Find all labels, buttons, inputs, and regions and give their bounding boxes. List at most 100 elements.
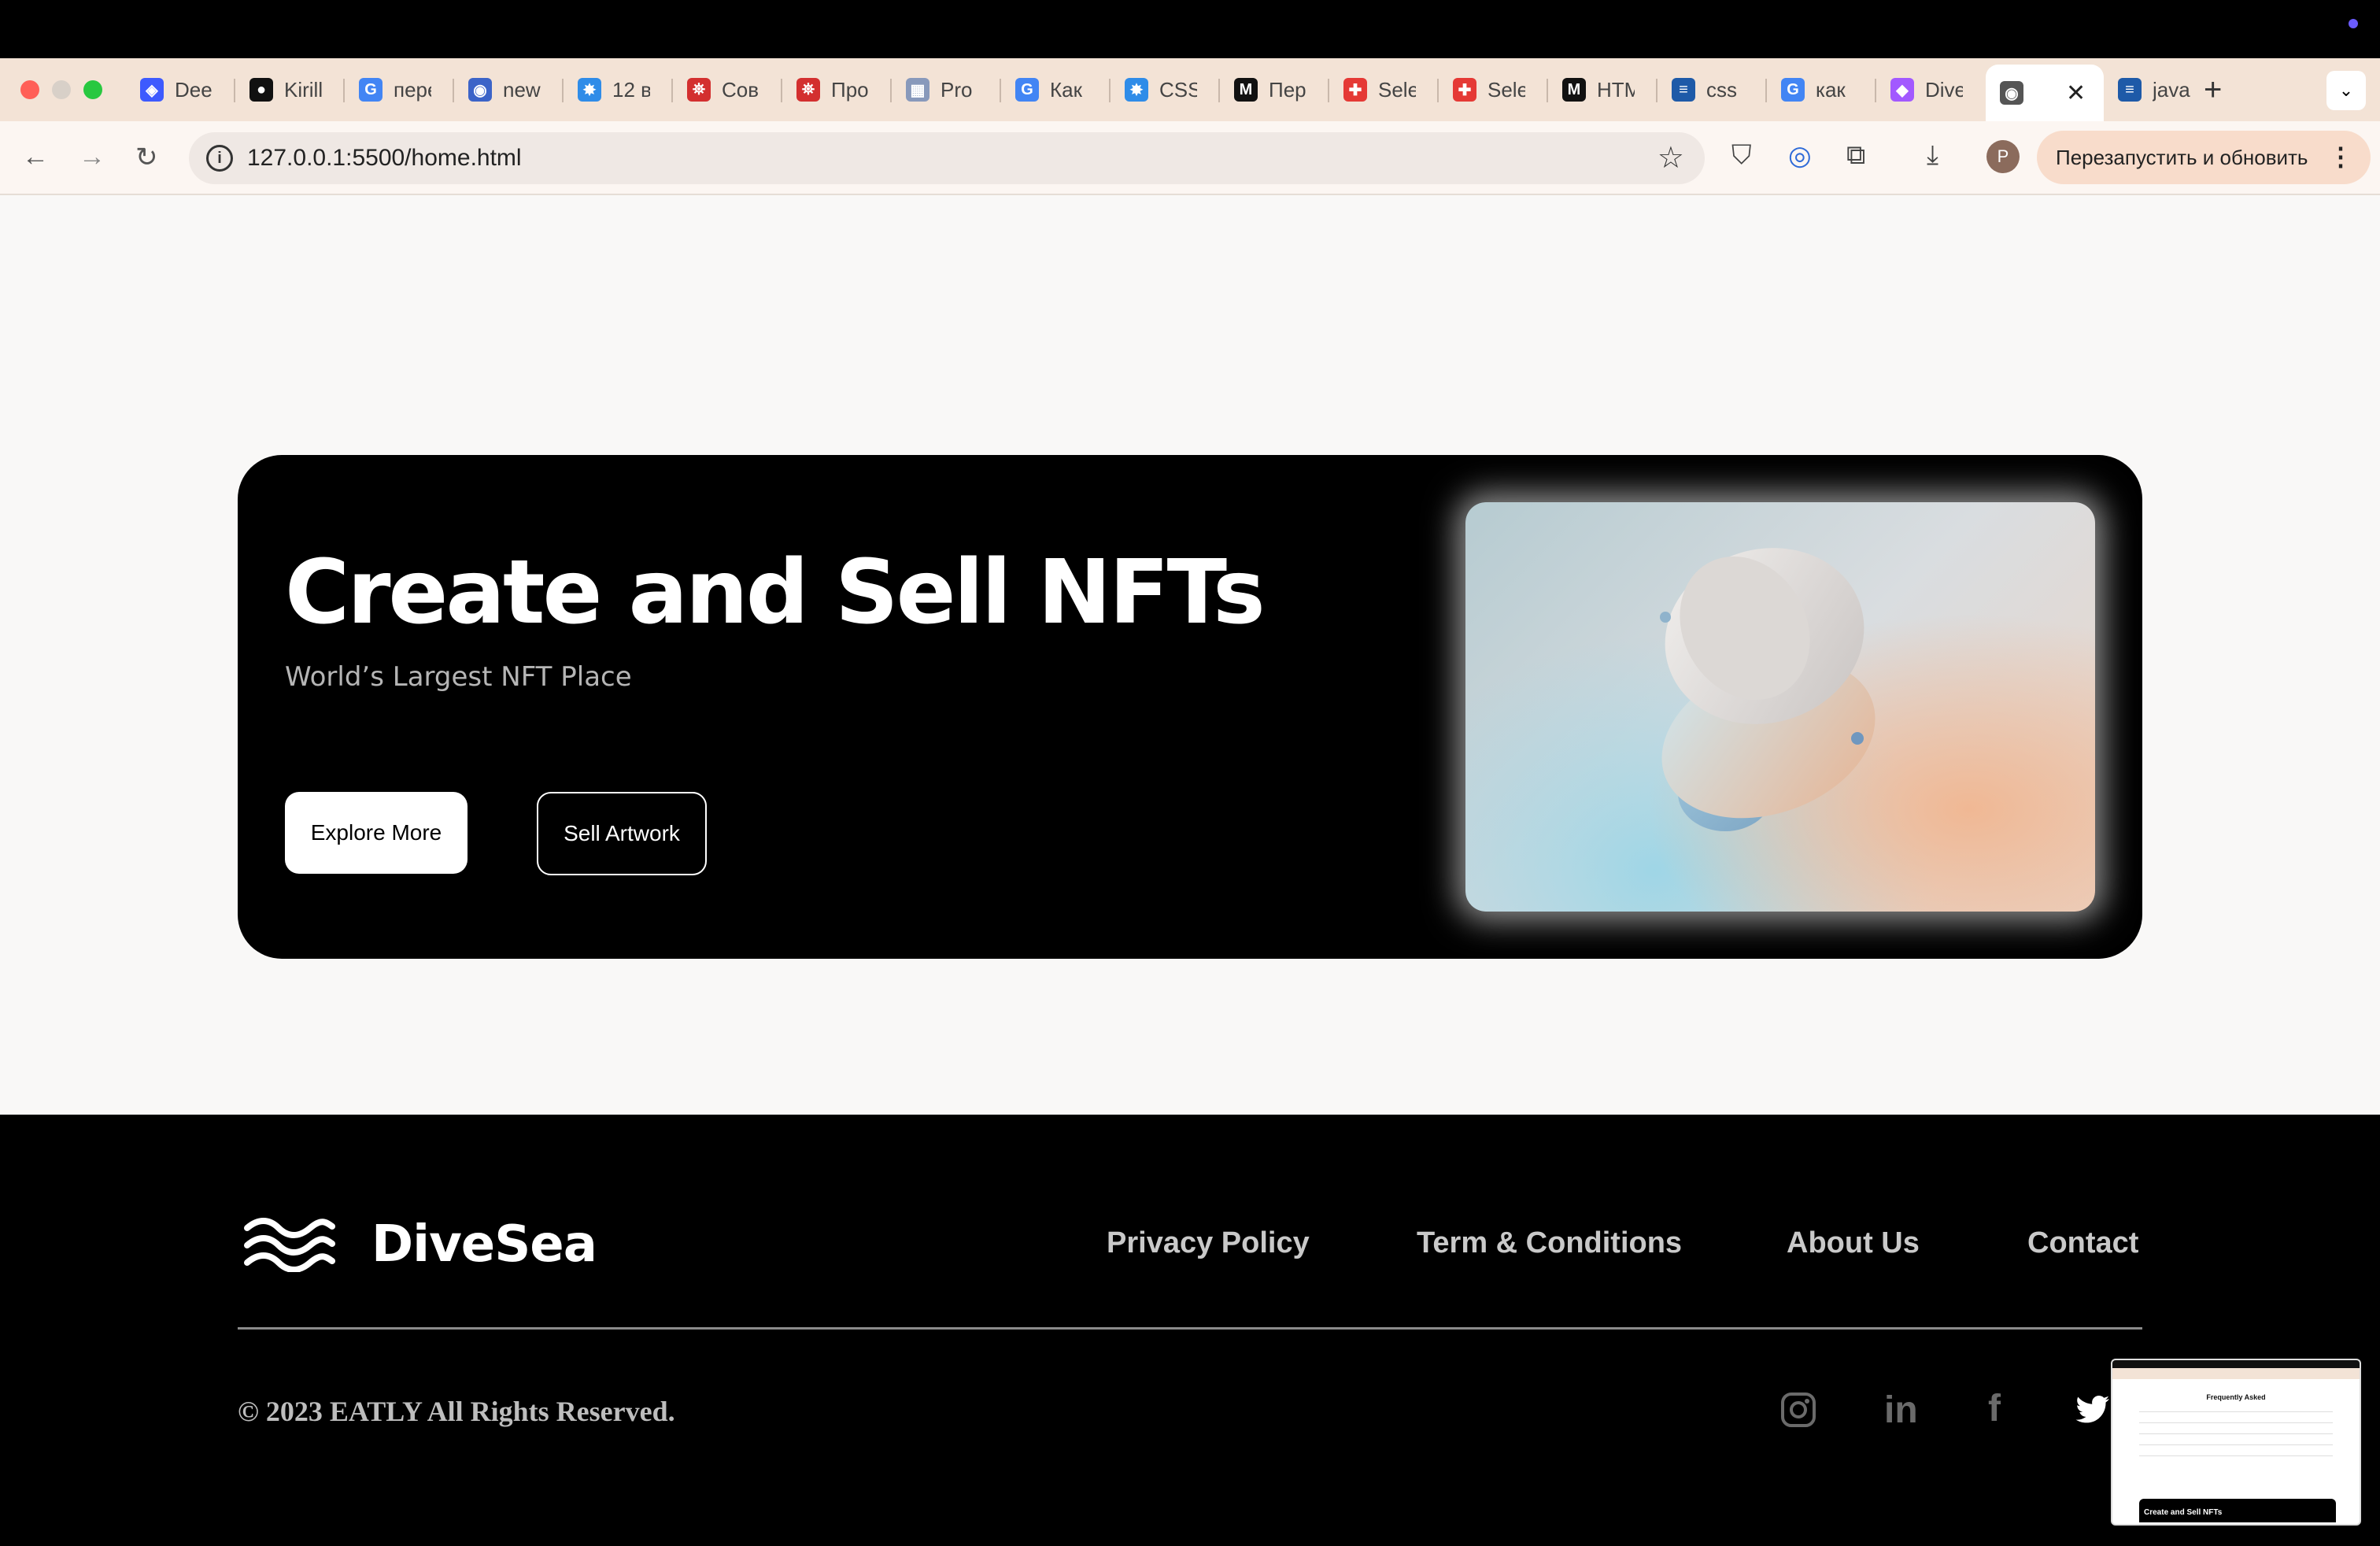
site-info-icon[interactable]: i <box>206 145 233 172</box>
browser-tab[interactable]: ● Kirill <box>235 65 345 115</box>
tab-label: new <box>503 77 541 102</box>
tab-search-button[interactable]: ⌄ <box>2326 71 2366 110</box>
tab-label: HTM <box>1597 77 1635 102</box>
mac-menubar <box>0 0 2380 58</box>
thumbnail-heading: Frequently Asked <box>2206 1393 2266 1401</box>
bookmark-star-icon[interactable]: ☆ <box>1658 140 1684 176</box>
thumbnail-hero-label: Create and Sell NFTs <box>2139 1499 2336 1522</box>
browser-tab[interactable]: ◉ ✕ <box>1986 65 2104 121</box>
browser-tab[interactable]: G Как <box>1001 65 1111 115</box>
forward-button[interactable]: → <box>79 142 105 172</box>
figure-icon: ⛯ <box>796 78 820 102</box>
extensions-puzzle-icon[interactable]: ⧉ <box>1846 140 1865 171</box>
instagram-icon[interactable] <box>1780 1392 1816 1428</box>
url-text[interactable]: 127.0.0.1:5500/home.html <box>247 145 522 172</box>
status-dot-icon <box>2349 19 2358 28</box>
sell-artwork-button[interactable]: Sell Artwork <box>537 792 707 875</box>
linkedin-icon[interactable]: in <box>1884 1389 1918 1432</box>
waves-logo-icon <box>244 1218 335 1272</box>
relaunch-label: Перезапустить и обновить <box>2056 145 2308 169</box>
footer-link-terms[interactable]: Term & Conditions <box>1417 1226 1682 1260</box>
browser-tab[interactable]: M HTM <box>1548 65 1658 115</box>
download-icon[interactable]: ⤓ <box>1927 140 1938 171</box>
tab-label: Dee <box>175 77 213 102</box>
translate-extension-icon[interactable]: ◎ <box>1788 140 1812 172</box>
tab-label: CSS <box>1159 77 1197 102</box>
tab-label: Про <box>831 77 869 102</box>
twitter-icon[interactable] <box>2075 1395 2111 1426</box>
gear-icon: ✸ <box>1125 78 1148 102</box>
browser-tab[interactable]: ▦ Pro <box>892 65 1001 115</box>
copyright-text: © 2023 EATLY All Rights Reserved. <box>238 1396 675 1427</box>
tab-label: Kirill <box>284 77 322 102</box>
footer-link-contact[interactable]: Contact <box>2027 1226 2138 1260</box>
browser-tab[interactable]: ◈ Dee <box>126 65 235 115</box>
browser-tab[interactable]: ✸ CSS <box>1111 65 1220 115</box>
tab-label: Сов <box>722 77 759 102</box>
tab-label: Пер <box>1269 77 1306 102</box>
footer-link-about[interactable]: About Us <box>1787 1226 1920 1260</box>
browser-tab[interactable]: ≡ java <box>2104 65 2213 115</box>
footer-link-privacy[interactable]: Privacy Policy <box>1107 1226 1310 1260</box>
figure-icon: ⛯ <box>687 78 711 102</box>
close-tab-icon[interactable]: ✕ <box>2066 80 2086 107</box>
footer-divider <box>238 1327 2142 1330</box>
browser-toolbar: ← → ↻ i 127.0.0.1:5500/home.html ☆ ⛉ ◎ ⧉… <box>0 121 2380 195</box>
tab-label: css <box>1706 77 1737 102</box>
minimize-window-button[interactable] <box>52 80 71 99</box>
shield-extension-icon[interactable]: ⛉ <box>1731 140 1752 171</box>
m-icon: M <box>1562 78 1586 102</box>
site-footer: DiveSea Privacy Policy Term & Conditions… <box>0 1115 2380 1546</box>
browser-tab[interactable]: ◉ new <box>454 65 564 115</box>
explore-more-button[interactable]: Explore More <box>285 792 468 874</box>
colorful-icon: ✚ <box>1343 78 1367 102</box>
hero-banner: Create and Sell NFTs World’s Largest NFT… <box>238 455 2142 959</box>
tab-label: Sele <box>1488 77 1525 102</box>
abstract-sculpture-image <box>1660 548 1876 831</box>
address-bar[interactable]: i 127.0.0.1:5500/home.html ☆ <box>189 132 1705 184</box>
screenshot-thumbnail-preview[interactable]: Frequently Asked Create and Sell NFTs <box>2111 1359 2361 1526</box>
page-content: Create and Sell NFTs World’s Largest NFT… <box>0 195 2380 1115</box>
zoom-window-button[interactable] <box>83 80 102 99</box>
tab-label: пере <box>394 77 431 102</box>
brand-name[interactable]: DiveSea <box>371 1215 597 1274</box>
google-icon: G <box>1781 78 1805 102</box>
tab-label: Sele <box>1378 77 1416 102</box>
hero-title: Create and Sell NFTs <box>285 542 1266 644</box>
profile-avatar[interactable]: P <box>1986 140 2020 173</box>
relaunch-update-button[interactable]: Перезапустить и обновить ⋮ <box>2037 131 2371 184</box>
tab-label: 12 в <box>612 77 650 102</box>
menu-kebab-icon[interactable]: ⋮ <box>2328 142 2353 172</box>
close-window-button[interactable] <box>20 80 39 99</box>
new-tab-button[interactable]: + <box>2204 72 2222 108</box>
browser-tab[interactable]: ⛯ Про <box>782 65 892 115</box>
tab-label: как <box>1816 77 1846 102</box>
github-icon: ● <box>249 78 273 102</box>
browser-tab[interactable]: Gкак <box>1767 65 1876 115</box>
tab-label: Pro <box>941 77 973 102</box>
browser-tab[interactable]: ⛯ Сов <box>673 65 782 115</box>
google-icon: G <box>1015 78 1039 102</box>
hero-nft-image <box>1465 502 2095 912</box>
stack-icon: ≡ <box>2118 78 2142 102</box>
hero-subtitle: World’s Largest NFT Place <box>285 661 632 693</box>
browser-tab[interactable]: ✚ Sele <box>1329 65 1439 115</box>
globe-icon: ◉ <box>468 78 492 102</box>
stack-icon: ≡ <box>1672 78 1695 102</box>
reload-button[interactable]: ↻ <box>135 142 158 173</box>
browser-tab[interactable]: ✸ 12 в <box>564 65 673 115</box>
tab-label: Как <box>1050 77 1082 102</box>
back-button[interactable]: ← <box>22 142 49 172</box>
browser-tabbar: ◈ Dee ● Kirill Gпере ◉ new ✸ 12 в ⛯ Сов ⛯ Про ▦ Pro G Ка… <box>0 58 2380 121</box>
globe-icon: ◉ <box>2000 81 2023 105</box>
gear-icon: ✸ <box>578 78 601 102</box>
tab-label: java <box>2153 77 2190 102</box>
browser-tab[interactable]: ✚ Sele <box>1439 65 1548 115</box>
deepl-icon: ◈ <box>140 78 164 102</box>
browser-tab[interactable]: ≡ css <box>1658 65 1767 115</box>
browser-tab[interactable]: M Пер <box>1220 65 1329 115</box>
facebook-icon[interactable]: f <box>1988 1387 2001 1430</box>
browser-tab[interactable]: ◆ Dive <box>1876 65 1986 115</box>
colorful-icon: ✚ <box>1453 78 1476 102</box>
browser-tab[interactable]: Gпере <box>345 65 454 115</box>
